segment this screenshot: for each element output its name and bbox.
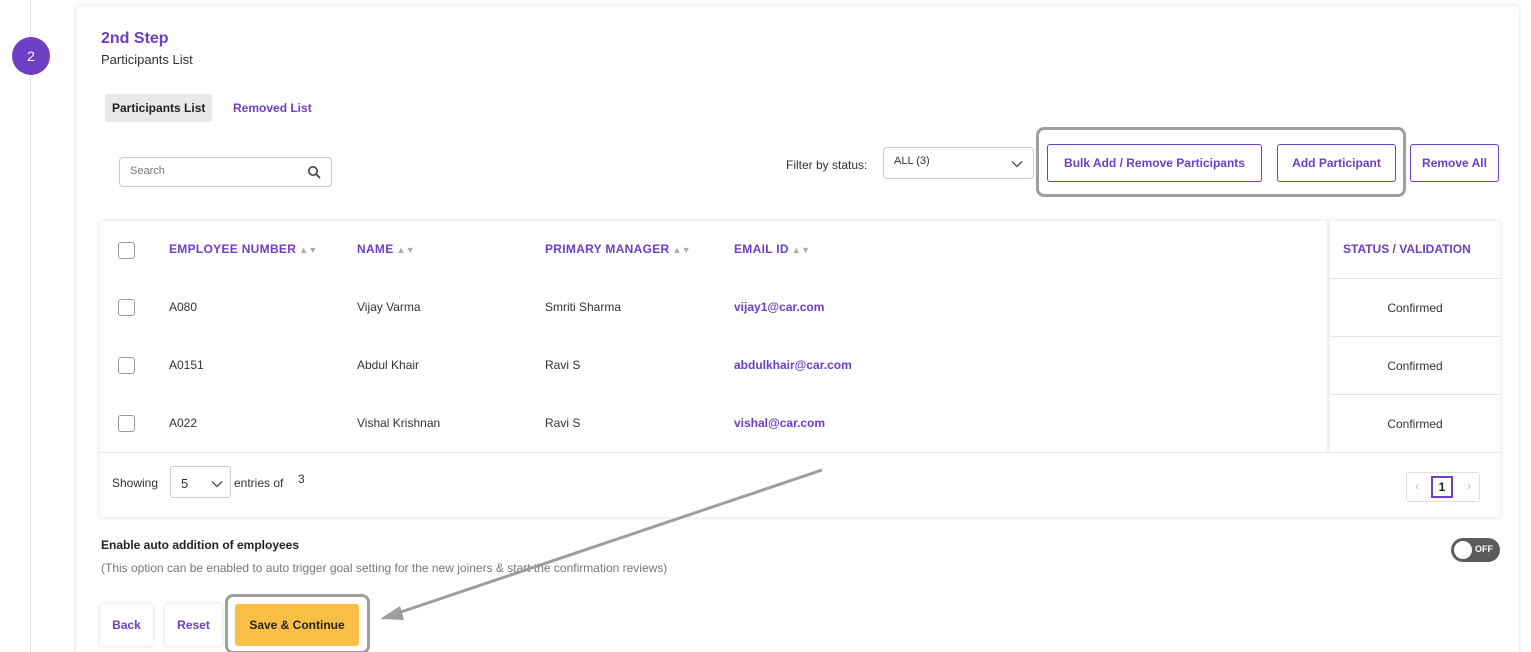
entries-of-label: entries of (234, 476, 284, 490)
search-icon[interactable] (307, 165, 321, 179)
step-rail (30, 0, 31, 652)
sort-icon: ▲▼ (672, 245, 691, 255)
row-divider (1330, 278, 1500, 279)
cell-manager: Ravi S (545, 416, 581, 430)
add-participant-button[interactable]: Add Participant (1277, 144, 1396, 182)
cell-employee-number: A022 (169, 416, 198, 430)
sort-icon: ▲▼ (299, 245, 318, 255)
header-employee-number[interactable]: EMPLOYEE NUMBER ▲▼ (169, 242, 318, 256)
cell-name: Vishal Krishnan (357, 416, 441, 430)
search-input[interactable] (130, 165, 300, 177)
entries-total: 3 (298, 472, 305, 486)
table-footer-divider (100, 452, 1500, 453)
sort-icon: ▲▼ (791, 245, 811, 255)
cell-employee-number: A0151 (169, 358, 204, 372)
bulk-add-remove-button[interactable]: Bulk Add / Remove Participants (1047, 144, 1262, 182)
row-divider (1330, 394, 1500, 395)
remove-all-button[interactable]: Remove All (1410, 144, 1499, 182)
header-primary-manager[interactable]: PRIMARY MANAGER ▲▼ (545, 242, 691, 256)
toggle-knob (1454, 541, 1472, 559)
auto-addition-description: (This option can be enabled to auto trig… (101, 561, 668, 575)
toggle-state-label: OFF (1475, 544, 1493, 554)
prev-page-button[interactable]: ‹ (1415, 479, 1419, 493)
header-name[interactable]: NAME ▲▼ (357, 242, 415, 256)
cell-name: Vijay Varma (357, 300, 421, 314)
cell-email[interactable]: vishal@car.com (734, 416, 825, 430)
row-divider (1330, 336, 1500, 337)
search-field[interactable] (119, 157, 332, 187)
cell-employee-number: A080 (169, 300, 198, 314)
row-checkbox[interactable] (118, 299, 135, 316)
cell-email[interactable]: abdulkhair@car.com (734, 358, 852, 372)
pagination: ‹ 1 › (1406, 472, 1480, 502)
auto-addition-toggle[interactable]: OFF (1451, 538, 1500, 562)
cell-manager: Ravi S (545, 358, 581, 372)
reset-button[interactable]: Reset (165, 604, 222, 646)
select-all-checkbox[interactable] (118, 242, 135, 259)
save-continue-button[interactable]: Save & Continue (235, 604, 359, 646)
cell-manager: Smriti Sharma (545, 300, 622, 314)
status-filter-value: ALL (3) (894, 155, 930, 167)
step-title: 2nd Step (101, 30, 169, 47)
page-size-value: 5 (181, 476, 189, 491)
step-number-badge: 2 (12, 37, 50, 75)
header-status-validation: STATUS / VALIDATION (1343, 242, 1471, 256)
cell-name: Abdul Khair (357, 358, 420, 372)
back-button[interactable]: Back (100, 604, 153, 646)
cell-status: Confirmed (1387, 359, 1443, 373)
step-subtitle: Participants List (101, 52, 193, 67)
filter-label: Filter by status: (786, 158, 868, 172)
cell-email[interactable]: vijay1@car.com (734, 300, 824, 314)
sort-icon: ▲▼ (396, 245, 415, 255)
showing-label: Showing (112, 476, 159, 490)
page-size-select[interactable]: 5 (170, 466, 231, 498)
tab-participants-list[interactable]: Participants List (105, 94, 213, 122)
header-email-id[interactable]: EMAIL ID ▲▼ (734, 242, 810, 256)
status-filter-select[interactable]: ALL (3) (883, 147, 1034, 179)
cell-status: Confirmed (1387, 301, 1443, 315)
next-page-button[interactable]: › (1467, 479, 1471, 493)
row-checkbox[interactable] (118, 357, 135, 374)
cell-status: Confirmed (1387, 417, 1443, 431)
chevron-down-icon (1011, 160, 1023, 168)
tab-removed-list[interactable]: Removed List (226, 94, 319, 122)
auto-addition-title: Enable auto addition of employees (101, 538, 300, 552)
current-page-button[interactable]: 1 (1431, 476, 1453, 498)
row-checkbox[interactable] (118, 415, 135, 432)
chevron-down-icon (211, 480, 223, 488)
